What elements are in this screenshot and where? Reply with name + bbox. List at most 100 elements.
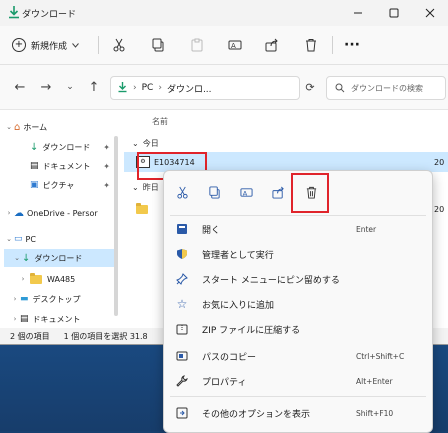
context-copy-button[interactable] xyxy=(204,182,224,202)
more-options-icon xyxy=(174,405,190,421)
menu-item-add-favorite[interactable]: ☆ お気に入りに追加 xyxy=(164,293,432,315)
menu-item-pin-to-start[interactable]: スタート メニューにピン留めする xyxy=(164,268,432,290)
refresh-icon: ⟳ xyxy=(305,80,315,94)
menu-item-run-as-admin[interactable]: 管理者として実行 xyxy=(164,243,432,265)
menu-item-label: パスのコピー xyxy=(202,352,257,363)
desktop-icon: ▬ xyxy=(20,294,29,304)
group-label: 今日 xyxy=(142,139,159,148)
context-divider xyxy=(170,396,426,397)
navigation-pane: ⌄ ⌂ ホーム ↓ ダウンロード ✦ ▤ ドキュメント ✦ ▣ ピクチャ ✦ › xyxy=(0,110,124,328)
highlight-box-delete xyxy=(291,173,329,213)
nav-item-pc[interactable]: ⌄ ▭ PC xyxy=(4,230,36,248)
nav-item-home[interactable]: ⌄ ⌂ ホーム xyxy=(4,118,47,136)
menu-item-compress-zip[interactable]: ZIP ファイルに圧縮する xyxy=(164,318,432,340)
share-icon xyxy=(271,186,284,199)
paste-button[interactable] xyxy=(187,35,207,55)
minimize-icon xyxy=(354,12,362,14)
title-bar[interactable]: ダウンロード xyxy=(0,0,448,26)
group-header-today[interactable]: ⌄ 今日 xyxy=(132,138,159,149)
back-button[interactable]: ← xyxy=(10,77,30,97)
scissors-icon xyxy=(176,186,188,199)
shield-icon xyxy=(174,246,190,262)
breadcrumb-separator-icon: › xyxy=(158,83,162,93)
nav-item-onedrive[interactable]: › ☁ OneDrive - Persor xyxy=(4,204,98,222)
more-button[interactable]: ··· xyxy=(342,35,362,55)
menu-item-label: その他のオプションを表示 xyxy=(202,409,311,420)
nav-item-label: OneDrive - Persor xyxy=(27,208,98,218)
menu-item-properties[interactable]: プロパティ Alt+Enter xyxy=(164,370,432,392)
search-icon xyxy=(335,83,345,93)
refresh-button[interactable]: ⟳ xyxy=(300,77,320,97)
nav-item-wa485[interactable]: › WA485 xyxy=(18,270,75,288)
nav-scrollbar[interactable] xyxy=(114,136,118,316)
context-cut-button[interactable] xyxy=(172,182,192,202)
svg-text:A: A xyxy=(242,189,247,197)
maximize-button[interactable] xyxy=(376,0,412,26)
pin-icon xyxy=(174,271,190,287)
nav-item-pc-documents[interactable]: › ▤ ドキュメント xyxy=(10,310,81,328)
copy-button[interactable] xyxy=(148,35,168,55)
group-header-yesterday[interactable]: ⌄ 昨日 xyxy=(132,182,159,193)
menu-item-shortcut: Alt+Enter xyxy=(356,376,393,386)
scissors-icon xyxy=(113,38,125,52)
nav-item-pc-downloads[interactable]: ⌄ ↓ ダウンロード xyxy=(4,249,116,267)
file-date: 20 xyxy=(434,158,445,167)
forward-button[interactable]: → xyxy=(36,77,56,97)
menu-item-label: 開く xyxy=(202,225,221,236)
arrow-up-icon: ↑ xyxy=(88,79,100,95)
rename-button[interactable]: A xyxy=(225,35,245,55)
nav-item-label: デスクトップ xyxy=(32,294,81,304)
file-row-folder[interactable] xyxy=(136,200,148,218)
context-rename-button[interactable]: A xyxy=(236,182,256,202)
nav-item-label: ピクチャ xyxy=(42,180,75,190)
wrench-icon xyxy=(174,373,190,389)
chevron-down-icon: ⌄ xyxy=(6,235,12,243)
new-button-label: 新規作成 xyxy=(31,41,68,52)
menu-item-copy-path[interactable]: パスのコピー Ctrl+Shift+C xyxy=(164,345,432,367)
minimize-button[interactable] xyxy=(340,0,376,26)
group-label: 昨日 xyxy=(142,183,159,192)
breadcrumb-separator-icon: › xyxy=(133,83,137,93)
navigation-bar: ← → ⌄ ↑ › PC › ダウンロ... ⟳ ダウンロードの検索 xyxy=(0,65,448,110)
menu-item-label: プロパティ xyxy=(202,377,247,388)
more-dots-icon: ··· xyxy=(344,37,360,53)
nav-item-pictures[interactable]: ▣ ピクチャ ✦ xyxy=(30,176,116,194)
trash-icon xyxy=(306,39,316,52)
address-bar[interactable]: › PC › ダウンロ... xyxy=(110,76,300,100)
nav-item-documents[interactable]: ▤ ドキュメント ✦ xyxy=(30,157,116,175)
status-selection: 1 個の項目を選択 31.8 xyxy=(63,331,148,341)
breadcrumb-current[interactable]: ダウンロ... xyxy=(167,82,212,95)
computer-icon: ▭ xyxy=(14,234,23,244)
nav-item-downloads[interactable]: ↓ ダウンロード ✦ xyxy=(30,138,116,156)
nav-item-desktop[interactable]: › ▬ デスクトップ xyxy=(10,290,81,308)
breadcrumb-pc[interactable]: PC xyxy=(142,83,154,93)
open-icon xyxy=(174,221,190,237)
new-button[interactable]: + 新規作成 xyxy=(12,35,79,55)
chevron-down-icon xyxy=(72,42,79,48)
menu-item-open[interactable]: 開く Enter xyxy=(164,218,432,240)
file-date: 20 xyxy=(434,205,445,214)
chevron-down-icon: ⌄ xyxy=(66,82,74,92)
column-header-name[interactable]: 名前 xyxy=(152,116,168,127)
delete-button[interactable] xyxy=(301,35,321,55)
nav-item-label: ダウンロード xyxy=(34,253,83,263)
menu-item-label: ZIP ファイルに圧縮する xyxy=(202,325,301,336)
context-share-button[interactable] xyxy=(268,182,288,202)
arrow-right-icon: → xyxy=(40,79,52,95)
window-title: ダウンロード xyxy=(22,10,77,20)
chevron-right-icon: › xyxy=(7,209,11,217)
nav-item-label: ドキュメント xyxy=(32,314,81,324)
context-divider xyxy=(170,215,426,216)
recent-button[interactable]: ⌄ xyxy=(60,77,80,97)
download-arrow-icon xyxy=(7,5,21,19)
share-button[interactable] xyxy=(262,35,282,55)
menu-item-more-options[interactable]: その他のオプションを表示 Shift+F10 xyxy=(164,402,432,424)
download-arrow-icon: ↓ xyxy=(22,252,31,264)
rename-icon: A xyxy=(228,40,242,50)
cut-button[interactable] xyxy=(109,35,129,55)
nav-item-label: WA485 xyxy=(47,274,76,284)
close-button[interactable] xyxy=(412,0,448,26)
search-box[interactable]: ダウンロードの検索 xyxy=(326,76,446,100)
share-icon xyxy=(265,38,278,52)
up-button[interactable]: ↑ xyxy=(84,77,104,97)
